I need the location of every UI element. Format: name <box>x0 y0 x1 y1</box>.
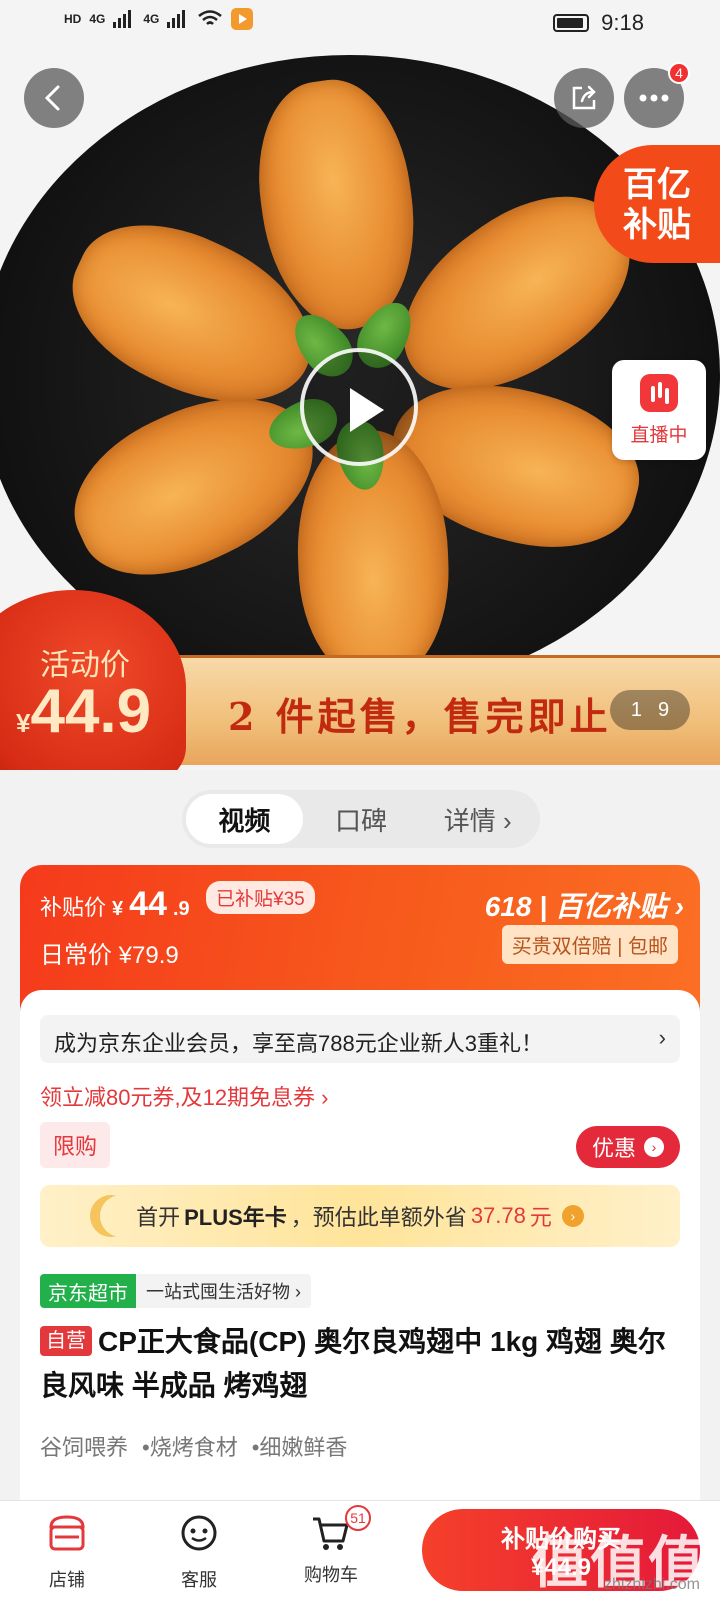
member-text: 成为京东企业会员，享至高788元企业新人3重礼！ <box>54 1031 543 1056</box>
moon-icon <box>100 1195 142 1237</box>
product-gallery[interactable]: 4 百亿 补贴 直播中 2 件起售，售完即止 活动价 ¥44.9 1 9 <box>0 0 720 770</box>
status-right: 9:18 <box>553 10 644 36</box>
cart-label: 购物车 <box>304 1565 358 1585</box>
service-icon <box>181 1515 217 1551</box>
subsidy-price-label: 补贴价 <box>40 895 107 920</box>
chevron-right-icon: › <box>561 1205 584 1227</box>
subsidy-price-value: 44 <box>129 885 167 923</box>
customer-service-button[interactable]: 客服 <box>154 1513 244 1592</box>
subsidized-amount-tag: 已补贴¥35 <box>206 881 315 914</box>
daily-price-row: 日常价 ¥79.9 <box>40 935 179 970</box>
jd-supermarket-link[interactable]: 京东超市 一站式囤生活好物 › <box>40 1274 311 1308</box>
product-features: 谷饲喂养 •烧烤食材 •细嫩鲜香 <box>40 1430 347 1462</box>
plus-prefix: 首开 <box>136 1205 181 1230</box>
store-icon <box>49 1515 85 1551</box>
live-label: 直播中 <box>630 425 688 446</box>
feature-item: 谷饲喂养 <box>40 1435 129 1460</box>
feature-item: •细嫩鲜香 <box>251 1435 348 1460</box>
billion-subsidy-link[interactable]: 618 | 百亿补贴 › <box>485 885 684 925</box>
yi-badge-line1: 百亿 <box>623 166 691 204</box>
clock: 9:18 <box>601 10 644 35</box>
store-button[interactable]: 店铺 <box>22 1513 112 1592</box>
signal-bars-icon <box>113 10 132 28</box>
pager-total: 9 <box>658 698 670 721</box>
plus-middle-text: ，预估此单额外省 <box>290 1205 467 1230</box>
signal-4g-icon-2: 4G <box>143 12 160 26</box>
product-title-text: CP正大食品(CP) 奥尔良鸡翅中 1kg 鸡翅 奥尔良风味 半成品 烤鸡翅 <box>40 1326 666 1401</box>
back-button[interactable] <box>24 68 84 128</box>
daily-price-value: ¥79.9 <box>118 942 179 969</box>
notification-badge: 4 <box>668 62 690 84</box>
more-button[interactable]: 4 <box>624 62 690 128</box>
watermark-url: zhizhizhi.com <box>603 1576 700 1593</box>
back-arrow-icon <box>44 85 60 111</box>
cart-icon-wrap: 51 <box>309 1505 371 1553</box>
signal-indicators: HD 4G 4G <box>64 8 254 30</box>
chevron-right-icon: › <box>644 1137 664 1157</box>
subsidy-price-decimal: .9 <box>172 898 190 920</box>
tab-video[interactable]: 视频 <box>186 794 303 844</box>
price-guarantee-tag: 买贵双倍赔 | 包邮 <box>501 925 678 964</box>
purchase-limit-tag: 限购 <box>40 1122 110 1168</box>
plus-savings-unit: 元 <box>529 1205 552 1230</box>
supermarket-desc: 一站式囤生活好物 › <box>136 1274 311 1308</box>
content-tabs: 视频 口碑 详情 › <box>182 790 540 848</box>
plus-membership-banner[interactable]: 首开 PLUS年卡 ，预估此单额外省 37.78 元 › <box>40 1185 680 1247</box>
enterprise-member-banner[interactable]: 成为京东企业会员，享至高788元企业新人3重礼！ › <box>40 1015 680 1063</box>
live-stream-button[interactable]: 直播中 <box>612 360 706 460</box>
live-icon <box>640 374 678 412</box>
share-icon <box>572 85 596 110</box>
share-button[interactable] <box>554 68 614 128</box>
plus-savings-amount: 37.78 <box>470 1203 526 1228</box>
feature-item: •烧烤食材 <box>142 1435 238 1460</box>
subsidy-price-row: 补贴价 ¥44.9 <box>40 885 190 924</box>
wifi-icon <box>198 10 223 25</box>
tab-details[interactable]: 详情 › <box>419 794 536 844</box>
plus-card-name: PLUS年卡 <box>184 1205 287 1230</box>
store-label: 店铺 <box>49 1570 85 1590</box>
hd-indicator: HD <box>64 12 82 26</box>
yi-badge-line2: 补贴 <box>623 206 691 244</box>
video-app-icon <box>231 8 254 30</box>
currency-symbol: ¥ <box>16 708 31 738</box>
play-video-button[interactable] <box>300 348 418 466</box>
daily-price-label: 日常价 <box>40 942 112 969</box>
tab-reviews[interactable]: 口碑 <box>303 794 420 844</box>
signal-4g-icon: 4G <box>89 12 106 26</box>
supermarket-tag: 京东超市 <box>40 1274 136 1308</box>
coupon-link[interactable]: 领立减80元券,及12期免息券 › <box>40 1080 329 1112</box>
product-info-card: 成为京东企业会员，享至高788元企业新人3重礼！ › 领立减80元券,及12期免… <box>20 990 700 1510</box>
status-bar: HD 4G 4G 9:18 <box>0 0 720 48</box>
discount-label: 优惠 <box>591 1136 636 1161</box>
product-title: 自营 CP正大食品(CP) 奥尔良鸡翅中 1kg 鸡翅 奥尔良风味 半成品 烤鸡翅 <box>40 1320 680 1408</box>
image-pager: 1 9 <box>610 690 690 730</box>
signal-bars-icon <box>167 10 186 28</box>
more-dots-icon <box>639 94 669 102</box>
chevron-right-icon: › <box>658 1025 666 1050</box>
self-operated-tag: 自营 <box>40 1326 92 1356</box>
battery-icon <box>553 14 590 32</box>
promo-text: 2 件起售，售完即止 <box>228 694 612 739</box>
service-label: 客服 <box>181 1570 217 1590</box>
cart-button[interactable]: 51 购物车 <box>286 1505 376 1587</box>
billion-subsidy-badge[interactable]: 百亿 补贴 <box>594 145 720 263</box>
product-detail-page: 4 百亿 补贴 直播中 2 件起售，售完即止 活动价 ¥44.9 1 9 HD … <box>0 0 720 1600</box>
currency-symbol: ¥ <box>112 898 124 920</box>
cart-count-badge: 51 <box>345 1505 371 1531</box>
activity-price: ¥44.9 <box>16 676 151 747</box>
pager-current: 1 <box>630 698 642 721</box>
discount-button[interactable]: 优惠 › <box>576 1126 680 1168</box>
activity-price-value: 44.9 <box>30 677 152 746</box>
